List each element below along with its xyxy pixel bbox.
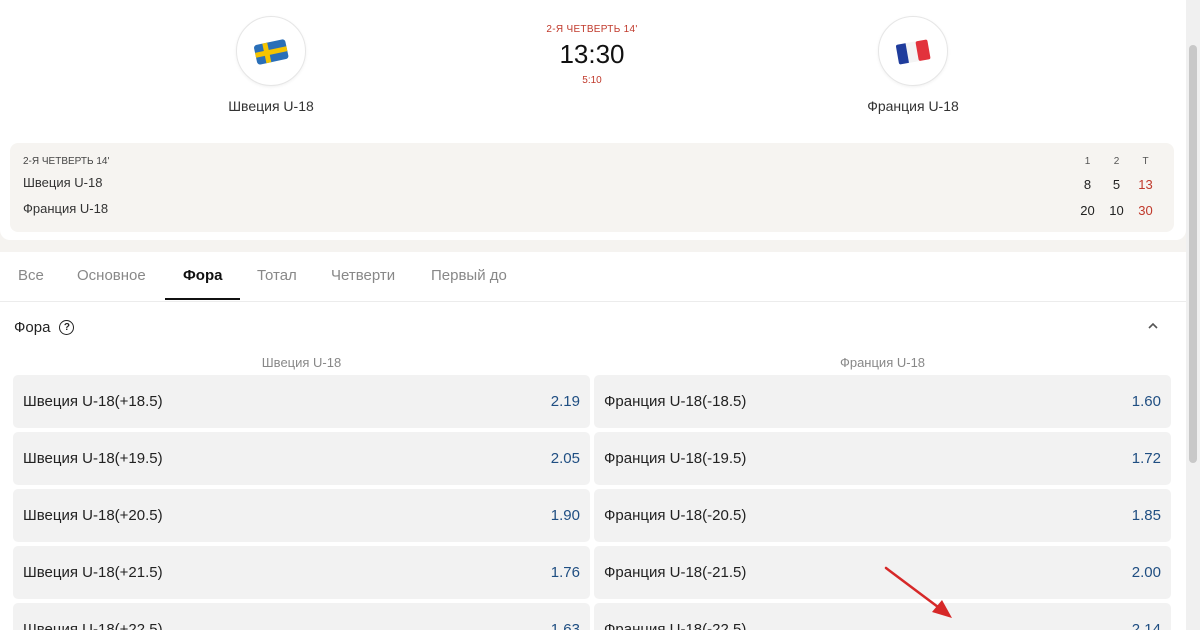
scrollbar-thumb[interactable]: [1189, 45, 1197, 463]
scoreboard-header-row: 1 2 Т: [1073, 155, 1160, 167]
odds-value: 1.60: [1131, 393, 1161, 410]
odds-value: 1.85: [1131, 507, 1161, 524]
home-team-name: Швеция U-18: [228, 98, 314, 114]
odds-button[interactable]: Швеция U-18(+21.5) 1.76: [13, 546, 590, 599]
odds-value: 1.72: [1131, 450, 1161, 467]
tab-first-to[interactable]: Первый до: [431, 252, 507, 300]
odds-value: 1.76: [550, 564, 580, 581]
chevron-up-icon[interactable]: [1146, 319, 1160, 333]
score-cell: 10: [1109, 202, 1124, 218]
odds-button[interactable]: Швеция U-18(+18.5) 2.19: [13, 375, 590, 428]
odds-button[interactable]: Франция U-18(-22.5) 2.14: [594, 603, 1171, 630]
away-team[interactable]: Франция U-18: [813, 16, 1013, 114]
market-title-label: Фора: [14, 319, 51, 336]
odds-label: Швеция U-18(+19.5): [23, 450, 163, 467]
tab-all[interactable]: Все: [18, 252, 44, 300]
home-team[interactable]: Швеция U-18: [171, 16, 371, 114]
scoreboard-home-row: 8 5 13: [1073, 171, 1160, 197]
sweden-flag-icon: [236, 16, 306, 86]
market-title[interactable]: Фора ?: [14, 319, 75, 336]
away-column-header: Франция U-18: [839, 355, 926, 370]
odds-value: 2.05: [550, 450, 580, 467]
match-subtime: 5:10: [582, 75, 602, 86]
odds-label: Франция U-18(-18.5): [604, 393, 747, 410]
active-tab-indicator: [165, 298, 240, 300]
odds-button[interactable]: Франция U-18(-21.5) 2.00: [594, 546, 1171, 599]
scoreboard-home-team: Швеция U-18: [23, 175, 103, 190]
page-scrollbar[interactable]: [1186, 0, 1200, 630]
odds-value: 1.90: [550, 507, 580, 524]
scoreboard: 2-Я ЧЕТВЕРТЬ 14' Швеция U-18 Франция U-1…: [10, 143, 1174, 232]
odds-label: Швеция U-18(+22.5): [23, 621, 163, 630]
quarter-1-header: 1: [1084, 155, 1091, 167]
score-cell: 8: [1083, 176, 1092, 192]
scoreboard-away-row: 20 10 30: [1073, 197, 1160, 223]
odds-label: Швеция U-18(+20.5): [23, 507, 163, 524]
odds-label: Франция U-18(-19.5): [604, 450, 747, 467]
scoreboard-grid: 1 2 Т 8 5 13 20 10 30: [1073, 155, 1160, 223]
match-time: 13:30: [559, 39, 625, 69]
tab-total[interactable]: Тотал: [257, 252, 297, 300]
odds-value: 1.63: [550, 621, 580, 630]
home-column-header: Швеция U-18: [261, 355, 342, 370]
match-header: Швеция U-18 2-Я ЧЕТВЕРТЬ 14' 13:30 5:10 …: [0, 0, 1186, 240]
help-icon[interactable]: ?: [59, 320, 75, 335]
scoreboard-away-team: Франция U-18: [23, 201, 109, 216]
page: Швеция U-18 2-Я ЧЕТВЕРТЬ 14' 13:30 5:10 …: [0, 0, 1200, 630]
away-team-name: Франция U-18: [867, 98, 959, 114]
quarter-2-header: 2: [1113, 155, 1120, 167]
odds-value: 2.19: [550, 393, 580, 410]
score-cell: 20: [1080, 202, 1095, 218]
odds-button[interactable]: Франция U-18(-19.5) 1.72: [594, 432, 1171, 485]
total-score-cell: 30: [1138, 202, 1153, 218]
odds-button[interactable]: Швеция U-18(+20.5) 1.90: [13, 489, 590, 542]
total-header: Т: [1142, 155, 1149, 167]
france-flag-icon: [878, 16, 948, 86]
market-tabs: Все Основное Фора Тотал Четверти Первый …: [0, 252, 1186, 302]
tab-handicap[interactable]: Фора: [183, 252, 222, 300]
odds-label: Франция U-18(-21.5): [604, 564, 747, 581]
match-clock: 2-Я ЧЕТВЕРТЬ 14' 13:30 5:10: [492, 24, 692, 86]
match-period: 2-Я ЧЕТВЕРТЬ 14': [546, 24, 638, 35]
odds-value: 2.14: [1131, 621, 1161, 630]
scoreboard-period: 2-Я ЧЕТВЕРТЬ 14': [23, 156, 110, 167]
odds-label: Швеция U-18(+21.5): [23, 564, 163, 581]
odds-button[interactable]: Франция U-18(-20.5) 1.85: [594, 489, 1171, 542]
odds-label: Франция U-18(-22.5): [604, 621, 747, 630]
tab-quarters[interactable]: Четверти: [331, 252, 395, 300]
odds-button[interactable]: Франция U-18(-18.5) 1.60: [594, 375, 1171, 428]
odds-label: Франция U-18(-20.5): [604, 507, 747, 524]
score-cell: 5: [1112, 176, 1121, 192]
handicap-market: Фора ? Швеция U-18 Франция U-18 Швеция U…: [0, 302, 1186, 630]
tab-main[interactable]: Основное: [77, 252, 146, 300]
odds-button[interactable]: Швеция U-18(+22.5) 1.63: [13, 603, 590, 630]
total-score-cell: 13: [1138, 176, 1153, 192]
odds-value: 2.00: [1131, 564, 1161, 581]
odds-label: Швеция U-18(+18.5): [23, 393, 163, 410]
odds-button[interactable]: Швеция U-18(+19.5) 2.05: [13, 432, 590, 485]
